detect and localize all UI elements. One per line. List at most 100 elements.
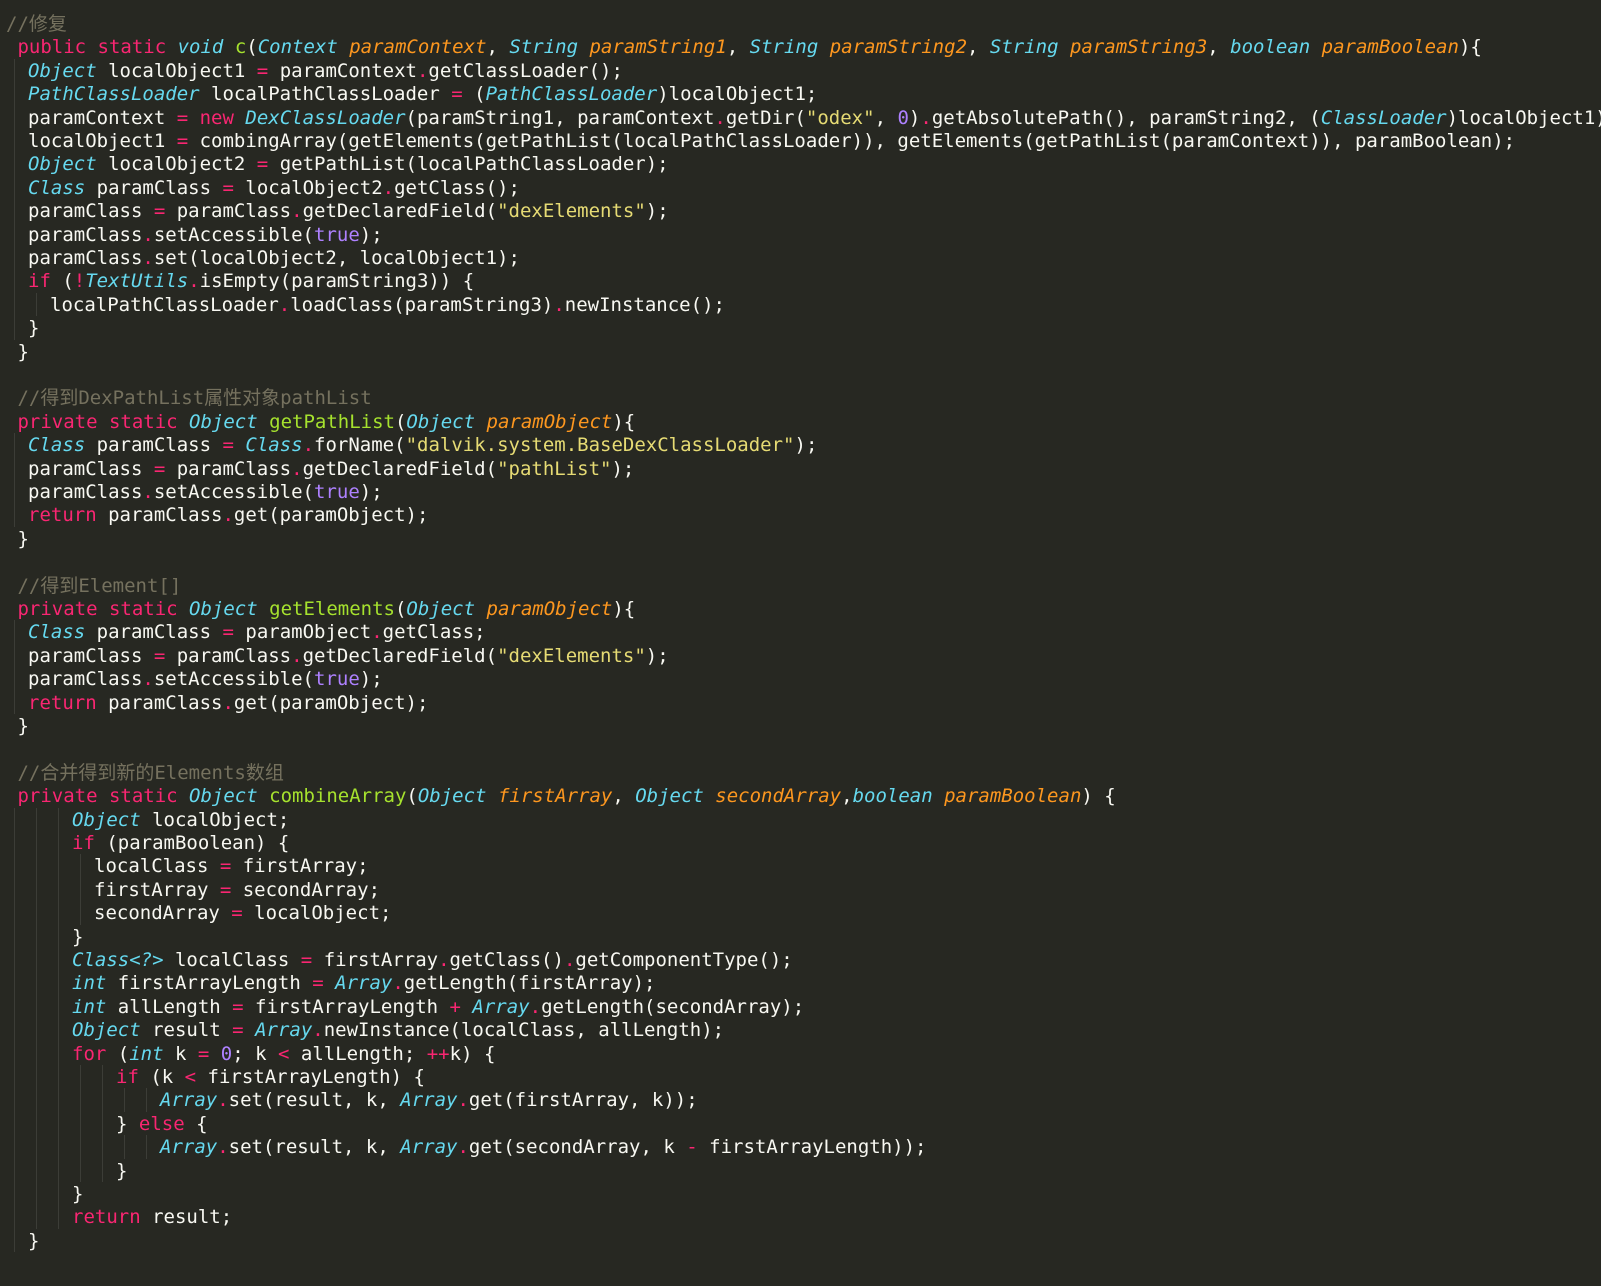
indent-guide	[14, 480, 15, 504]
code-token-plain: )localObject1);	[1446, 106, 1601, 129]
code-token-operator: -	[686, 1136, 698, 1159]
indent-guide	[58, 854, 59, 878]
code-line: }	[28, 316, 39, 340]
code-token-plain: ,	[874, 106, 898, 129]
code-token-operator: <	[278, 1042, 290, 1065]
indent-guide	[36, 877, 37, 902]
indent-guide	[14, 152, 15, 176]
indent-guide	[58, 807, 59, 831]
indent-guide	[36, 1041, 37, 1065]
indent-guide	[58, 877, 59, 902]
code-token-type: Array	[160, 1089, 218, 1112]
indent-guide	[14, 129, 15, 153]
code-token-operator: =	[219, 878, 232, 901]
code-line: paramClass.set(localObject2, localObject…	[28, 246, 520, 270]
code-token-constant: true	[314, 223, 360, 246]
code-token-keyword: for	[72, 1042, 118, 1065]
code-line: private static Object getPathList(Object…	[6, 410, 635, 434]
code-token-operator: =	[176, 130, 189, 152]
code-line: return paramClass.get(paramObject);	[28, 503, 428, 527]
code-token-plain: ){	[1458, 36, 1482, 59]
code-token-plain: paramClass	[28, 223, 143, 246]
indent-guide	[36, 292, 37, 317]
code-token-plain: paramClass	[96, 621, 223, 644]
code-token-plain: getAbsolutePath(), paramString2, (	[931, 106, 1321, 129]
code-token-plain: set(localObject2, localObject1);	[153, 247, 520, 269]
code-token-operator: .	[553, 293, 565, 316]
code-line: int firstArrayLength = Array.getLength(f…	[72, 971, 655, 995]
indent-guide	[80, 1088, 81, 1112]
code-token-plain: (	[394, 598, 407, 620]
code-token-operator: .	[222, 691, 234, 714]
code-line: }	[72, 925, 83, 949]
code-token-plain: (	[406, 785, 418, 808]
code-token-keyword: return	[28, 504, 109, 527]
code-token-type: Object	[28, 59, 109, 82]
indent-guide	[58, 1041, 59, 1065]
code-token-type: Array	[472, 995, 530, 1018]
code-token-plain: paramClass	[28, 200, 154, 223]
code-token-plain: );	[645, 644, 669, 667]
indent-guide	[124, 1135, 125, 1159]
code-token-operator: =	[197, 1042, 210, 1065]
code-line: public static void c(Context paramContex…	[6, 35, 1482, 59]
code-token-plain: k) {	[449, 1042, 496, 1065]
code-token-operator: .	[291, 200, 303, 223]
code-token-plain: firstArrayLength) {	[196, 1066, 425, 1088]
code-token-plain: getClassLoader();	[428, 59, 623, 82]
indent-guide	[58, 971, 59, 995]
indent-guide	[14, 831, 15, 855]
code-token-type: Class	[28, 621, 97, 644]
code-token-param: paramString2	[829, 36, 968, 59]
indent-guide	[36, 971, 37, 995]
indent-guide	[58, 1205, 59, 1229]
code-token-keyword: return	[72, 1206, 153, 1229]
indent-guide	[14, 643, 15, 668]
code-token-type: Array	[400, 1136, 458, 1159]
code-token-plain: localClass	[94, 855, 220, 878]
code-line: paramClass.setAccessible(true);	[28, 223, 383, 247]
code-token-type: Array	[400, 1089, 458, 1112]
code-token-type: PathClassLoader	[28, 83, 212, 106]
code-line: //得到DexPathList属性对象pathList	[6, 386, 371, 410]
code-token-plain: allLength	[117, 995, 233, 1018]
code-line: }	[116, 1159, 127, 1183]
code-token-plain: getLength(secondArray);	[541, 995, 805, 1018]
indent-guide	[58, 901, 59, 925]
code-token-type: Object	[72, 1019, 153, 1042]
code-line: Object localObject1 = paramContext.getCl…	[28, 59, 623, 83]
code-token-plain: paramObject	[233, 621, 372, 644]
code-editor[interactable]: //修复 public static void c(Context paramC…	[0, 0, 1601, 1286]
code-token-plain: paramClass	[28, 247, 143, 269]
code-token-plain: firstArrayLength));	[697, 1136, 927, 1159]
code-token-operator: .	[382, 176, 395, 199]
code-token-plain: paramClass	[28, 668, 143, 691]
code-token-keyword: else	[138, 1112, 197, 1135]
code-token-type: PathClassLoader	[485, 83, 658, 106]
code-token-plain: (paramBoolean) {	[106, 832, 290, 854]
indent-guide	[14, 1111, 15, 1136]
code-token-plain: firstArrayLength	[243, 995, 450, 1018]
code-token-param: paramContext	[349, 36, 487, 59]
code-token-function: getPathList	[269, 410, 395, 433]
code-token-plain: result	[152, 1019, 233, 1042]
code-token-plain: result;	[152, 1206, 233, 1229]
code-line: return result;	[72, 1205, 232, 1229]
code-token-type: int	[72, 972, 118, 995]
code-token-string: "odex"	[805, 106, 875, 129]
code-token-type: Object	[406, 410, 487, 433]
code-token-plain: forName(	[314, 434, 406, 457]
code-token-keyword: private static	[17, 785, 190, 808]
code-token-type: int	[129, 1042, 175, 1065]
code-token-operator: =	[219, 855, 232, 878]
code-token-type: Context	[257, 36, 350, 59]
indent-guide	[14, 1088, 15, 1112]
code-token-plain: firstArray	[312, 949, 439, 971]
code-line: return paramClass.get(paramObject);	[28, 691, 428, 715]
indent-guide	[80, 1065, 81, 1089]
indent-guide	[36, 1135, 37, 1159]
indent-guide	[14, 948, 15, 972]
